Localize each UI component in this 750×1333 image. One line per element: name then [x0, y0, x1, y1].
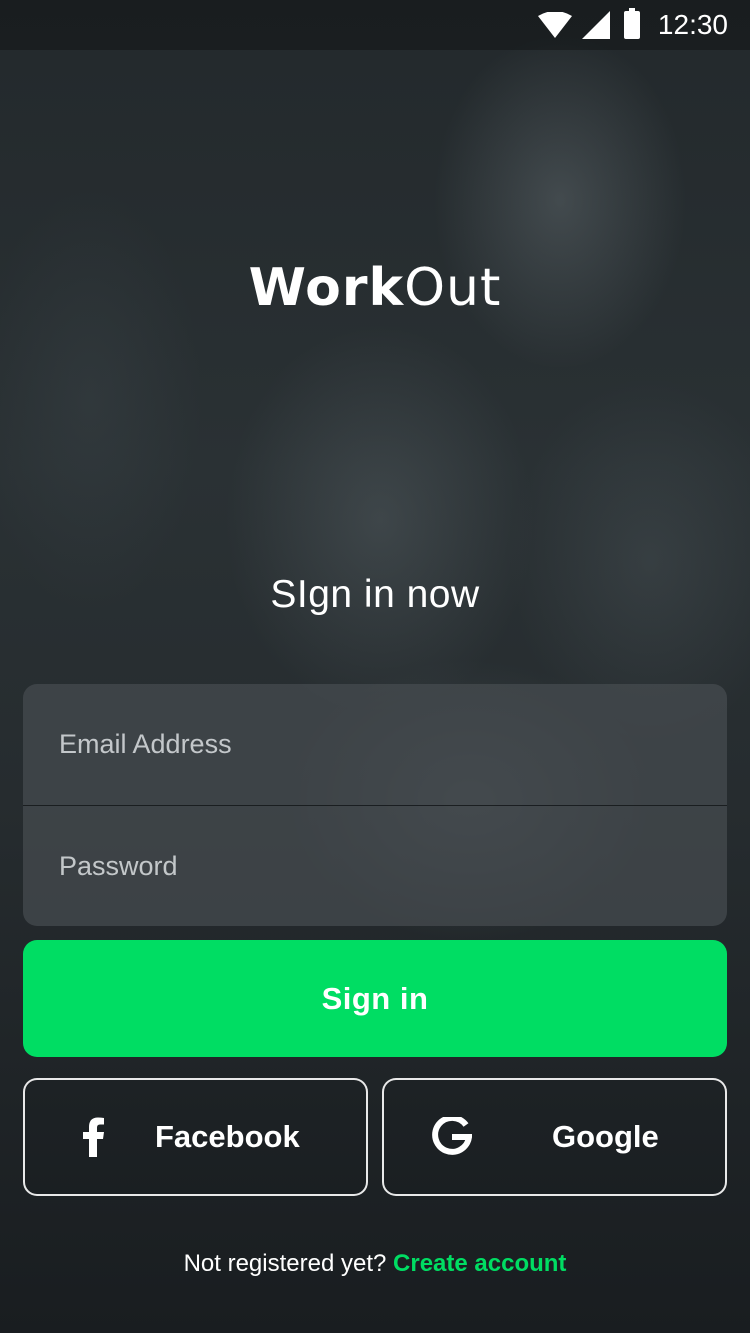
app-logo: WorkOut	[0, 258, 750, 318]
battery-icon	[623, 8, 640, 39]
sign-in-button[interactable]: Sign in	[23, 940, 727, 1057]
wifi-icon	[537, 12, 572, 38]
register-prompt: Not registered yet? Create account	[0, 1250, 750, 1278]
logo-part-out: Out	[404, 258, 502, 318]
password-field-row	[23, 805, 727, 926]
google-button[interactable]: Google	[382, 1078, 727, 1196]
login-form	[23, 684, 727, 926]
email-field[interactable]	[59, 729, 727, 760]
google-icon	[422, 1107, 482, 1167]
register-prompt-text: Not registered yet?	[183, 1250, 387, 1277]
password-field[interactable]	[59, 850, 727, 882]
facebook-button[interactable]: Facebook	[23, 1078, 368, 1196]
email-field-row	[23, 684, 727, 805]
facebook-icon	[63, 1107, 123, 1167]
logo-part-work: Work	[248, 258, 405, 318]
facebook-button-label: Facebook	[155, 1119, 300, 1154]
create-account-link[interactable]: Create account	[393, 1250, 566, 1277]
status-time: 12:30	[657, 9, 728, 40]
status-bar: 12:30	[0, 0, 750, 50]
signal-icon	[581, 11, 610, 39]
page-title: SIgn in now	[270, 573, 480, 616]
google-button-label: Google	[552, 1119, 659, 1154]
